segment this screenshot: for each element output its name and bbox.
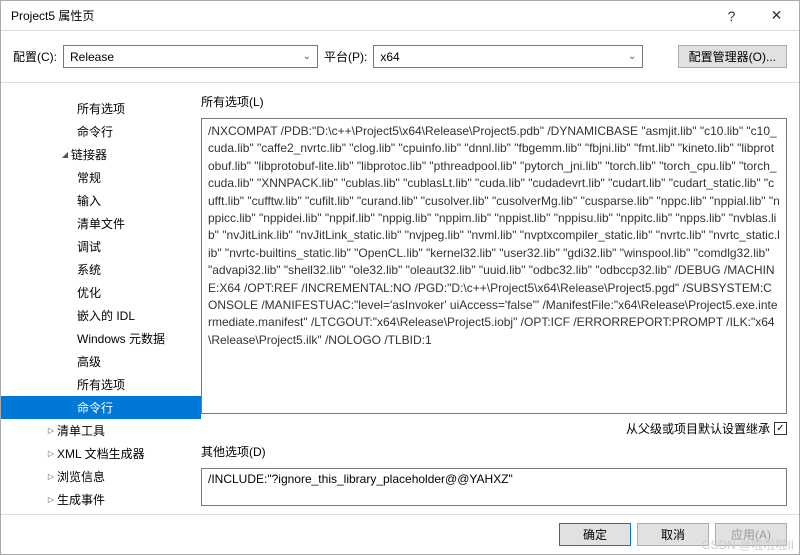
tree-advanced[interactable]: 高级	[1, 350, 201, 373]
tree-commandline-selected[interactable]: 命令行	[1, 396, 201, 419]
config-select[interactable]: Release ⌄	[63, 45, 318, 68]
titlebar: Project5 属性页 ? ✕	[1, 1, 799, 31]
tree-system[interactable]: 系统	[1, 258, 201, 281]
config-value: Release	[70, 50, 114, 64]
platform-value: x64	[380, 50, 399, 64]
tree-manifest-tool[interactable]: 清单工具	[1, 419, 201, 442]
window-title: Project5 属性页	[11, 7, 709, 24]
tree-manifest-file[interactable]: 清单文件	[1, 212, 201, 235]
tree-embedded-idl[interactable]: 嵌入的 IDL	[1, 304, 201, 327]
inherit-label: 从父级或项目默认设置继承	[626, 420, 770, 437]
chevron-down-icon: ⌄	[303, 51, 311, 62]
cancel-button[interactable]: 取消	[637, 523, 709, 546]
arrow-closed-icon	[45, 448, 57, 459]
arrow-closed-icon	[45, 494, 57, 505]
platform-select[interactable]: x64 ⌄	[373, 45, 643, 68]
help-button[interactable]: ?	[709, 1, 754, 31]
all-options-textarea[interactable]: /NXCOMPAT /PDB:"D:\c++\Project5\x64\Rele…	[201, 118, 787, 414]
tree-input[interactable]: 输入	[1, 189, 201, 212]
tree-xml-generator[interactable]: XML 文档生成器	[1, 442, 201, 465]
tree-linker[interactable]: 链接器	[1, 143, 201, 166]
tree-windows-metadata[interactable]: Windows 元数据	[1, 327, 201, 350]
platform-label: 平台(P):	[324, 48, 367, 65]
right-panel: 所有选项(L) /NXCOMPAT /PDB:"D:\c++\Project5\…	[201, 93, 787, 514]
dialog-body: 所有选项 命令行 链接器 常规 输入 清单文件 调试 系统 优化 嵌入的 IDL…	[1, 83, 799, 514]
property-dialog: Project5 属性页 ? ✕ 配置(C): Release ⌄ 平台(P):…	[0, 0, 800, 555]
close-button[interactable]: ✕	[754, 1, 799, 31]
tree-optimize[interactable]: 优化	[1, 281, 201, 304]
tree-all-options-2[interactable]: 所有选项	[1, 373, 201, 396]
other-options-label: 其他选项(D)	[201, 443, 787, 460]
tree-general[interactable]: 常规	[1, 166, 201, 189]
tree-build-events[interactable]: 生成事件	[1, 488, 201, 511]
config-manager-button[interactable]: 配置管理器(O)...	[678, 45, 787, 68]
inherit-row: 从父级或项目默认设置继承 ✓	[201, 420, 787, 437]
tree-all-options[interactable]: 所有选项	[1, 97, 201, 120]
ok-button[interactable]: 确定	[559, 523, 631, 546]
arrow-closed-icon	[45, 425, 57, 436]
tree-debug[interactable]: 调试	[1, 235, 201, 258]
nav-tree: 所有选项 命令行 链接器 常规 输入 清单文件 调试 系统 优化 嵌入的 IDL…	[1, 93, 201, 514]
all-options-label: 所有选项(L)	[201, 93, 787, 110]
config-row: 配置(C): Release ⌄ 平台(P): x64 ⌄ 配置管理器(O)..…	[1, 31, 799, 83]
config-label: 配置(C):	[13, 48, 57, 65]
inherit-checkbox[interactable]: ✓	[774, 422, 787, 435]
footer: 确定 取消 应用(A)	[1, 514, 799, 554]
tree-browse-info[interactable]: 浏览信息	[1, 465, 201, 488]
arrow-closed-icon	[45, 471, 57, 482]
tree-commandline[interactable]: 命令行	[1, 120, 201, 143]
arrow-open-icon	[59, 149, 71, 160]
watermark: CSDN @啦啦啦II	[702, 536, 794, 553]
other-options-input[interactable]: /INCLUDE:"?ignore_this_library_placehold…	[201, 468, 787, 506]
chevron-down-icon: ⌄	[628, 51, 636, 62]
